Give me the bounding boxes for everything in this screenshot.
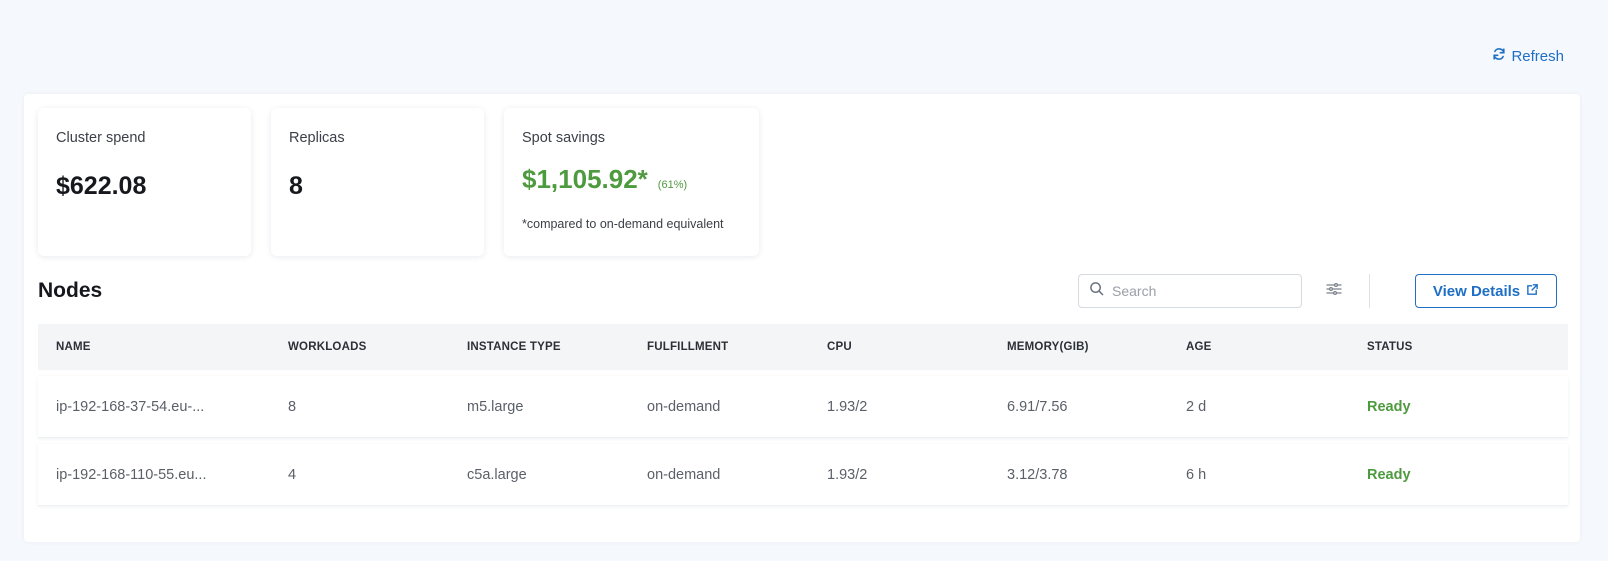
cell-workloads: 8	[288, 398, 297, 415]
toolbar-divider	[1369, 274, 1370, 308]
table-header: NAME WORKLOADS INSTANCE TYPE FULFILLMENT…	[38, 324, 1568, 370]
cell-age: 6 h	[1186, 466, 1207, 483]
cell-instance-type: c5a.large	[467, 466, 527, 483]
cluster-spend-value: $622.08	[56, 172, 147, 200]
column-header-instance-type[interactable]: INSTANCE TYPE	[467, 341, 647, 353]
spot-savings-card: Spot savings $1,105.92* (61%) *compared …	[504, 108, 759, 256]
replicas-value: 8	[289, 172, 303, 200]
filter-button[interactable]	[1322, 280, 1346, 302]
external-link-icon	[1526, 283, 1539, 300]
view-details-button[interactable]: View Details	[1415, 274, 1557, 308]
refresh-label: Refresh	[1511, 47, 1564, 65]
cluster-panel: Cluster spend $622.08 Replicas 8 Spot sa…	[24, 94, 1580, 542]
table-row[interactable]: ip-192-168-110-55.eu... 4 c5a.large on-d…	[38, 444, 1568, 506]
cell-workloads: 4	[288, 466, 297, 483]
status-badge: Ready	[1367, 466, 1411, 483]
cell-memory: 6.91/7.56	[1007, 398, 1068, 415]
refresh-button[interactable]: Refresh	[1492, 47, 1564, 65]
table-row[interactable]: ip-192-168-37-54.eu-... 8 m5.large on-de…	[38, 376, 1568, 438]
cell-name[interactable]: ip-192-168-110-55.eu...	[38, 467, 288, 483]
savings-row: $1,105.92* (61%)	[522, 164, 741, 195]
cell-cpu: 1.93/2	[827, 398, 868, 415]
summary-cards: Cluster spend $622.08 Replicas 8 Spot sa…	[38, 108, 759, 256]
cell-name[interactable]: ip-192-168-37-54.eu-...	[38, 399, 288, 415]
nodes-table: NAME WORKLOADS INSTANCE TYPE FULFILLMENT…	[38, 324, 1568, 506]
cell-age: 2 d	[1186, 398, 1207, 415]
refresh-icon	[1492, 47, 1506, 65]
top-bar: Refresh	[0, 0, 1608, 90]
column-header-memory[interactable]: MEMORY(GIB)	[1007, 341, 1186, 353]
filter-sliders-icon	[1326, 282, 1342, 301]
column-header-workloads[interactable]: WORKLOADS	[288, 341, 467, 353]
card-title: Spot savings	[522, 130, 606, 146]
column-header-age[interactable]: AGE	[1186, 341, 1367, 353]
nodes-heading: Nodes	[38, 279, 103, 302]
cell-instance-type: m5.large	[467, 398, 524, 415]
column-header-fulfillment[interactable]: FULFILLMENT	[647, 341, 827, 353]
card-title: Cluster spend	[56, 130, 146, 146]
card-title: Replicas	[289, 130, 345, 146]
column-header-cpu[interactable]: CPU	[827, 341, 1007, 353]
cell-cpu: 1.93/2	[827, 466, 868, 483]
search-input[interactable]	[1112, 283, 1282, 299]
replicas-card: Replicas 8	[271, 108, 484, 256]
status-badge: Ready	[1367, 398, 1411, 415]
cell-fulfillment: on-demand	[647, 398, 721, 415]
spot-savings-note: *compared to on-demand equivalent	[522, 217, 724, 231]
spot-savings-value: $1,105.92*	[522, 164, 648, 194]
cell-fulfillment: on-demand	[647, 466, 721, 483]
search-icon	[1089, 281, 1104, 301]
view-details-label: View Details	[1432, 282, 1521, 300]
search-box[interactable]	[1078, 274, 1302, 308]
cluster-spend-card: Cluster spend $622.08	[38, 108, 251, 256]
cell-memory: 3.12/3.78	[1007, 466, 1068, 483]
column-header-status[interactable]: STATUS	[1367, 341, 1567, 353]
spot-savings-percent: (61%)	[657, 179, 688, 191]
column-header-name[interactable]: NAME	[38, 341, 288, 353]
